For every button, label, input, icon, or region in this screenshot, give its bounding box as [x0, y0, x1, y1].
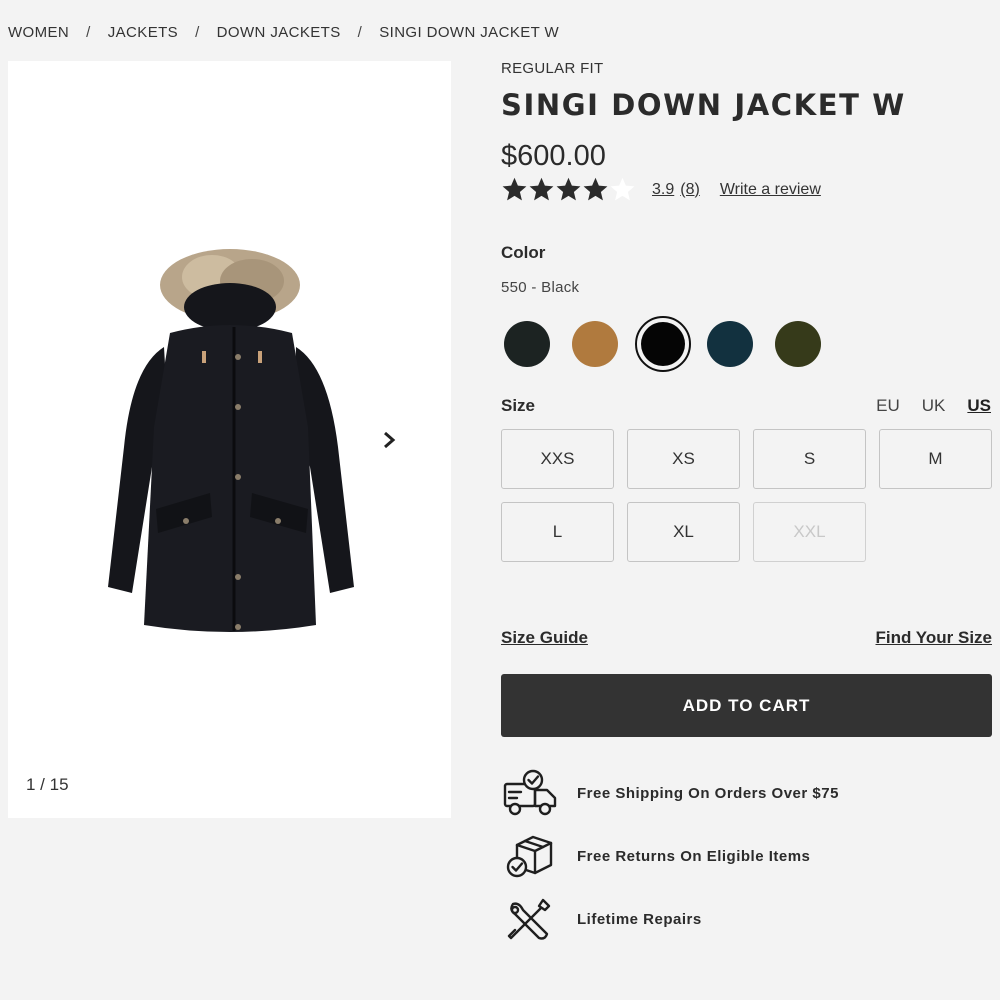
return-box-icon [503, 831, 561, 881]
breadcrumb-separator: / [86, 24, 91, 41]
breadcrumb-jackets[interactable]: JACKETS [108, 24, 178, 41]
size-options: XXS XS S M L XL XXL [501, 429, 992, 562]
chevron-right-icon[interactable] [380, 429, 398, 451]
product-gallery: 1 / 15 [8, 61, 451, 818]
breadcrumb-separator: / [195, 24, 200, 41]
star-filled-icon [556, 177, 581, 201]
breadcrumb-down-jackets[interactable]: DOWN JACKETS [217, 24, 341, 41]
breadcrumb-separator: / [357, 24, 363, 41]
fit-label: REGULAR FIT [501, 60, 604, 77]
size-label: Size [501, 396, 536, 415]
size-system-uk[interactable]: UK [922, 396, 946, 416]
size-option-xs[interactable]: XS [627, 429, 740, 489]
size-system-us[interactable]: US [967, 396, 991, 416]
star-empty-icon [610, 177, 635, 201]
perk-text: Lifetime Repairs [577, 910, 702, 928]
product-title: SINGI DOWN JACKET W [501, 88, 906, 122]
jacket-image [108, 249, 354, 632]
star-filled-icon [529, 177, 554, 201]
color-swatch[interactable] [707, 321, 753, 367]
size-guide-link[interactable]: Size Guide [501, 628, 588, 648]
color-value: 550 - Black [501, 279, 580, 296]
size-option-xxs[interactable]: XXS [501, 429, 614, 489]
breadcrumb-current: SINGI DOWN JACKET W [379, 24, 560, 41]
color-label: Color [501, 243, 546, 262]
size-system-toggle: EU UK US [854, 396, 991, 416]
perk-text: Free Returns On Eligible Items [577, 847, 811, 865]
color-swatch-selected[interactable] [635, 316, 691, 372]
size-option-m[interactable]: M [879, 429, 992, 489]
breadcrumb: WOMEN / JACKETS / DOWN JACKETS / SINGI D… [8, 24, 559, 41]
repair-tools-icon [503, 894, 561, 944]
delivery-truck-icon [503, 768, 561, 818]
product-price: $600.00 [501, 140, 606, 172]
image-counter: 1 / 15 [26, 775, 69, 794]
find-your-size-link[interactable]: Find Your Size [876, 628, 993, 648]
rating-score[interactable]: 3.9 [652, 181, 674, 199]
rating-stars [501, 176, 636, 203]
star-filled-icon [502, 177, 527, 201]
rating: 3.9 (8) Write a review [501, 176, 821, 203]
perk-text: Free Shipping On Orders Over $75 [577, 784, 839, 802]
color-swatches [504, 316, 843, 372]
perk-shipping: Free Shipping On Orders Over $75 [503, 768, 839, 818]
write-review-link[interactable]: Write a review [720, 181, 821, 199]
add-to-cart-button[interactable]: ADD TO CART [501, 674, 992, 737]
perk-returns: Free Returns On Eligible Items [503, 831, 810, 881]
size-system-eu[interactable]: EU [876, 396, 900, 416]
color-swatch[interactable] [504, 321, 550, 367]
color-swatch[interactable] [572, 321, 618, 367]
color-swatch[interactable] [775, 321, 821, 367]
breadcrumb-women[interactable]: WOMEN [8, 24, 69, 41]
size-option-s[interactable]: S [753, 429, 866, 489]
rating-count[interactable]: (8) [680, 181, 700, 199]
size-option-xl[interactable]: XL [627, 502, 740, 562]
size-option-xxl[interactable]: XXL [753, 502, 866, 562]
star-filled-icon [583, 177, 608, 201]
perk-repairs: Lifetime Repairs [503, 894, 702, 944]
size-option-l[interactable]: L [501, 502, 614, 562]
